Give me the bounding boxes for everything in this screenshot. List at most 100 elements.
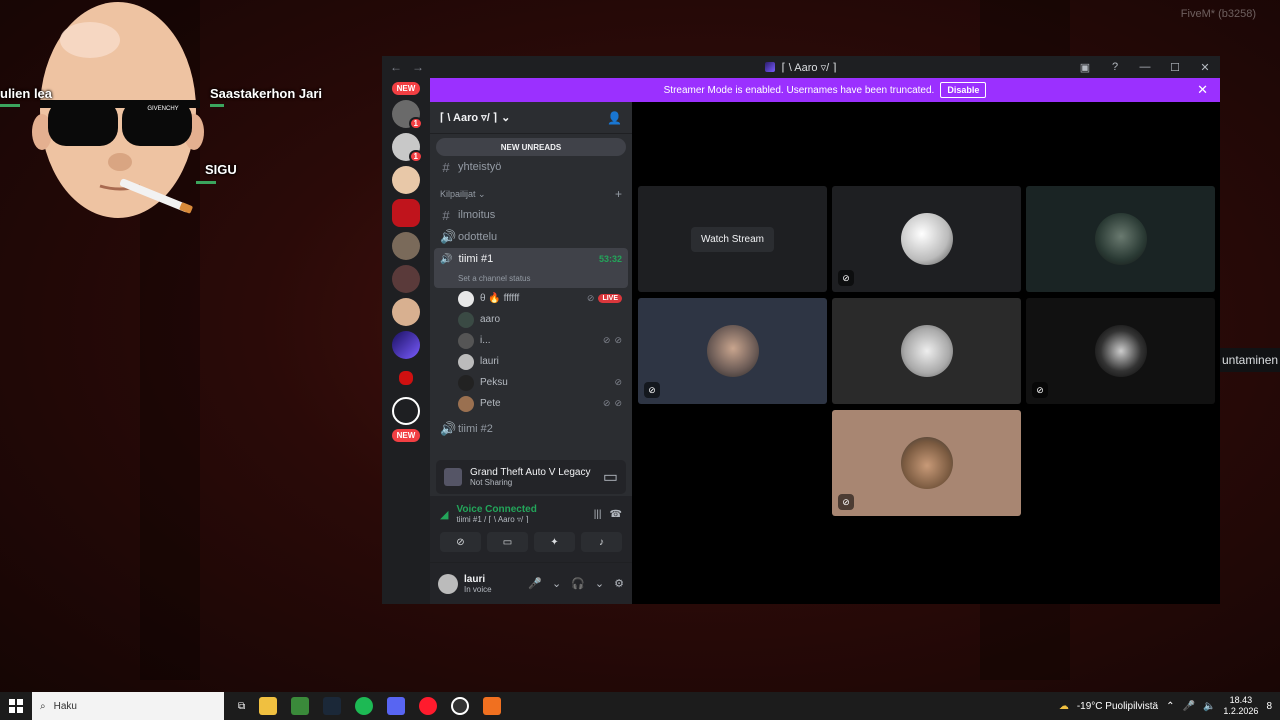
chevron-down-icon[interactable]: ⌄ (552, 577, 561, 590)
clock[interactable]: 18.43 1.2.2026 (1223, 695, 1258, 717)
fivem-icon[interactable] (483, 697, 502, 715)
inbox-icon[interactable]: ▣ (1078, 60, 1092, 74)
new-badge-top[interactable]: NEW (391, 82, 421, 95)
voice-location[interactable]: tiimi #1 / ⌈ \ Aaro ▿/ ⌉ (456, 515, 536, 524)
server-icon-4[interactable] (392, 199, 420, 227)
taskbar-search[interactable]: ⌕ Haku (32, 692, 224, 720)
noise-suppression-icon[interactable]: ||| (594, 509, 602, 520)
mic-icon[interactable]: 🎤 (528, 577, 542, 590)
server-icon-6[interactable] (392, 265, 420, 293)
back-arrow-icon[interactable]: ← (390, 60, 402, 74)
signal-icon: ◢ (440, 508, 449, 521)
avatar (1094, 213, 1147, 265)
mic-icon[interactable]: 🎤 (1182, 701, 1194, 712)
soundboard-button[interactable]: ♪ (581, 532, 622, 552)
avatar (458, 374, 474, 391)
weather-icon: ☁ (1058, 700, 1069, 712)
overlay-name-3: SIGU (205, 162, 237, 177)
app-icon[interactable] (451, 697, 470, 715)
disable-button[interactable]: Disable (940, 82, 987, 98)
minimize-button[interactable]: — (1138, 60, 1152, 74)
server-icon-active[interactable] (392, 331, 420, 359)
add-member-icon[interactable]: 👤 (607, 111, 622, 125)
start-button[interactable] (0, 699, 32, 713)
channel-tiimi-2[interactable]: 🔊 tiimi #2 (430, 418, 632, 440)
avatar (1094, 325, 1147, 377)
voice-panel: ◢ Voice Connected tiimi #1 / ⌈ \ Aaro ▿/… (430, 496, 632, 564)
participant-tile[interactable]: ⊘ (832, 186, 1021, 292)
clock-date: 1.2.2026 (1223, 706, 1259, 716)
server-icon-9[interactable] (399, 371, 413, 385)
screen-share-icon[interactable]: ▭ (603, 467, 618, 487)
server-icon-3[interactable] (392, 166, 420, 194)
share-screen-button[interactable]: ▭ (487, 532, 528, 552)
voice-member[interactable]: Peksu ⊘ (430, 372, 632, 393)
camera-off-button[interactable]: ⊘ (440, 532, 481, 552)
speaker-icon: 🔊 (440, 229, 457, 244)
close-button[interactable]: ✕ (1198, 60, 1212, 74)
server-icon-7[interactable] (392, 298, 420, 326)
channel-yhteistyo[interactable]: # yhteistyö (430, 156, 632, 178)
spotify-icon[interactable] (355, 697, 374, 715)
task-view-icon[interactable]: ⧉ (238, 701, 245, 712)
file-explorer-icon[interactable] (259, 697, 278, 715)
voice-member[interactable]: lauri (430, 351, 632, 372)
server-icon-10[interactable] (392, 397, 420, 425)
participant-tile[interactable]: ⊘ (1026, 298, 1215, 404)
channel-label: tiimi #1 (458, 253, 494, 265)
category-kilpailijat[interactable]: Kilpailijat ⌄ + (430, 184, 632, 204)
voice-member[interactable]: θ 🔥 ffffff ⊘ LIVE (430, 288, 632, 309)
headphones-icon[interactable]: 🎧 (571, 577, 585, 590)
server-icon-1[interactable]: 1 (392, 100, 423, 130)
channel-label: odottelu (458, 231, 498, 243)
avatar[interactable] (438, 573, 458, 594)
voice-status[interactable]: Voice Connected (456, 504, 536, 515)
chevron-up-icon[interactable]: ⌃ (1166, 701, 1174, 712)
channel-tiimi-1[interactable]: 🔊 tiimi #1 53:32 Set a channel status (434, 248, 628, 288)
participant-tile[interactable]: ⊘ (832, 410, 1021, 516)
opera-icon[interactable] (419, 697, 438, 715)
maximize-button[interactable]: ☐ (1168, 60, 1182, 74)
server-icon-5[interactable] (392, 232, 420, 260)
participant-tile[interactable] (1026, 186, 1215, 292)
guild-header[interactable]: ⌈ \ Aaro ▿/ ⌉ ⌄ 👤 (430, 102, 632, 134)
deafened-icon: ⊘ (586, 293, 595, 303)
channel-status[interactable]: Set a channel status (440, 274, 622, 286)
speaker-icon[interactable]: 🔈 (1203, 701, 1215, 712)
chevron-down-icon[interactable]: ⌄ (595, 577, 604, 590)
discord-icon[interactable] (387, 697, 406, 715)
voice-member[interactable]: Pete ⊘ ⊘ (430, 393, 632, 414)
watch-stream-button[interactable]: Watch Stream (691, 226, 774, 252)
forward-arrow-icon[interactable]: → (412, 60, 424, 74)
help-icon[interactable]: ? (1108, 60, 1122, 74)
avatar (900, 213, 953, 265)
notifications-badge[interactable]: 8 (1266, 701, 1272, 712)
participant-tile[interactable] (832, 298, 1021, 404)
add-channel-icon[interactable]: + (615, 187, 622, 201)
disconnect-icon[interactable]: ☎ (610, 509, 622, 520)
avatar (458, 395, 474, 412)
channel-odottelu[interactable]: 🔊 odottelu (430, 226, 632, 248)
new-badge-bottom[interactable]: NEW (391, 429, 421, 442)
activities-button[interactable]: ✦ (534, 532, 575, 552)
hash-icon: # (442, 207, 450, 223)
steam-icon[interactable] (323, 697, 342, 715)
speaker-icon: 🔊 (440, 421, 457, 436)
discord-window: ← → ⌈ \ Aaro ▿/ ⌉ ▣ ? — ☐ ✕ NEW 1 1 NEW … (382, 56, 1220, 604)
avatar (458, 332, 474, 349)
titlebar: ← → ⌈ \ Aaro ▿/ ⌉ ▣ ? — ☐ ✕ (382, 56, 1220, 78)
video-off-icon: ⊘ (838, 494, 854, 510)
weather-text[interactable]: -19°C Puolipilvistä (1077, 701, 1158, 712)
channel-ilmoitus[interactable]: # ilmoitus (430, 204, 632, 226)
app-icon[interactable] (291, 697, 310, 715)
voice-member[interactable]: aaro (430, 309, 632, 330)
server-icon-2[interactable]: 1 (392, 133, 423, 163)
gear-icon[interactable]: ⚙ (614, 577, 624, 590)
participant-tile[interactable]: ⊘ (638, 298, 827, 404)
stream-tile[interactable]: Watch Stream (638, 186, 827, 292)
video-off-icon: ⊘ (644, 382, 660, 398)
new-unreads-button[interactable]: NEW UNREADS (436, 138, 626, 156)
voice-member[interactable]: i... ⊘ ⊘ (430, 330, 632, 351)
live-badge: LIVE (598, 294, 622, 303)
banner-close-icon[interactable]: ✕ (1197, 82, 1208, 98)
